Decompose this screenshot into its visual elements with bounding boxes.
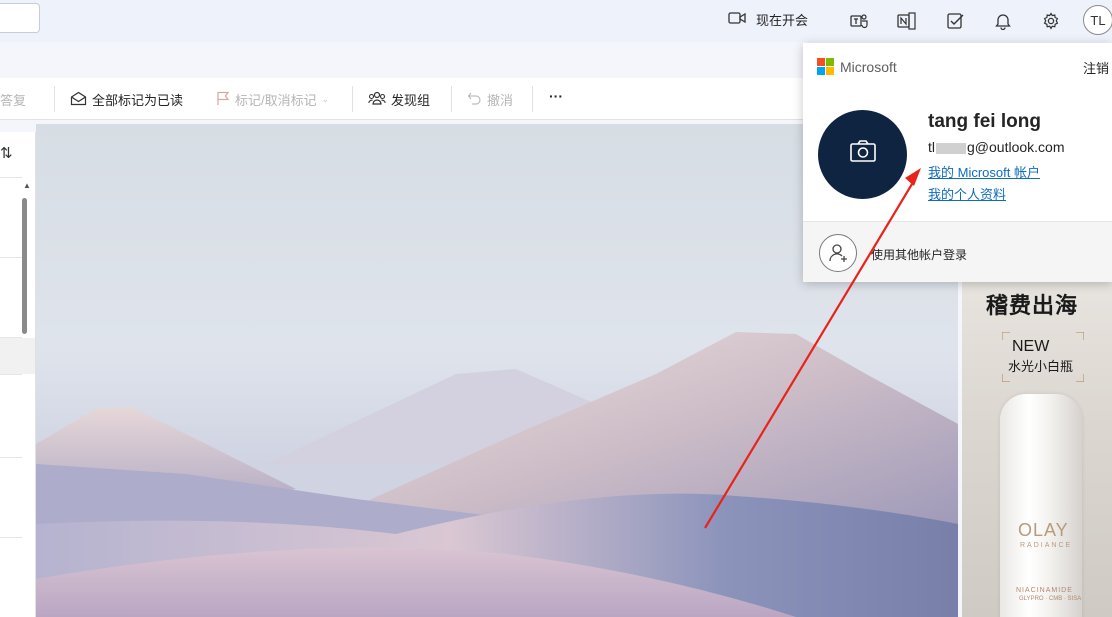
account-avatar-button[interactable]: TL — [1083, 5, 1112, 35]
list-divider — [0, 537, 22, 538]
my-profile-link[interactable]: 我的个人资料 — [928, 184, 1006, 203]
account-manager-popup: Microsoft 注销 tang fei long tl g@outlook.c… — [803, 43, 1112, 282]
avatar-initials: TL — [1090, 12, 1106, 28]
discover-groups-label: 发现组 — [391, 93, 431, 108]
user-email: tl g@outlook.com — [928, 139, 1064, 155]
gear-icon[interactable] — [1040, 10, 1062, 32]
advertisement-banner[interactable]: 稽费出海 NEW 水光小白瓶 OLAY RADIANCE NIACINAMIDE… — [962, 282, 1112, 617]
ribbon-divider — [451, 86, 452, 112]
flag-label: 标记/取消标记 — [235, 93, 317, 108]
microsoft-logo-icon — [817, 58, 834, 75]
ad-new-label: NEW — [1012, 338, 1050, 355]
to-do-icon[interactable] — [945, 10, 967, 32]
bell-icon[interactable] — [992, 10, 1014, 32]
mark-all-read-button[interactable]: 全部标记为已读 — [70, 90, 183, 109]
ad-product-name: 水光小白瓶 — [1008, 359, 1074, 374]
flag-icon — [216, 91, 230, 109]
flag-button[interactable]: 标记/取消标记 ⌄ — [216, 90, 329, 109]
search-input[interactable] — [0, 3, 40, 33]
people-group-icon — [368, 91, 386, 109]
list-divider — [0, 457, 22, 458]
scroll-up-arrow[interactable]: ▲ — [23, 181, 31, 190]
reply-button[interactable]: 答复 — [0, 90, 26, 109]
meet-now-label: 现在开会 — [756, 13, 809, 28]
microsoft-logo: Microsoft — [817, 58, 897, 75]
ribbon-divider — [54, 86, 55, 112]
user-email-prefix: tl — [928, 139, 935, 155]
scrollbar-thumb[interactable] — [22, 198, 27, 334]
reply-label: 答复 — [0, 93, 27, 108]
chevron-down-icon[interactable]: ⌄ — [322, 94, 330, 105]
more-icon: ··· — [549, 88, 563, 104]
video-camera-icon — [728, 11, 746, 28]
ad-ingredient: NIACINAMIDE — [1016, 587, 1073, 594]
ribbon-divider — [352, 86, 353, 112]
undo-label: 撤消 — [487, 93, 514, 108]
list-divider — [0, 257, 22, 258]
onenote-icon[interactable] — [896, 10, 918, 32]
user-email-suffix: g@outlook.com — [967, 139, 1065, 155]
message-list-pane: ⇅ — [0, 132, 36, 617]
sign-in-other-account-row[interactable]: 使用其他帐户登录 — [803, 221, 1112, 282]
camera-icon — [848, 139, 878, 170]
more-options-button[interactable]: ··· — [549, 88, 563, 104]
user-display-name: tang fei long — [928, 111, 1041, 132]
my-microsoft-account-link[interactable]: 我的 Microsoft 帐户 — [928, 162, 1040, 181]
add-person-icon — [819, 234, 857, 272]
undo-icon — [467, 91, 482, 109]
ad-bottle-image — [1000, 394, 1082, 617]
microsoft-brand-text: Microsoft — [840, 58, 897, 75]
profile-photo-button[interactable] — [818, 110, 907, 199]
sign-in-other-account-label: 使用其他帐户登录 — [871, 248, 968, 262]
mark-all-read-label: 全部标记为已读 — [92, 93, 184, 108]
sort-icon[interactable]: ⇅ — [0, 144, 13, 162]
sign-out-button[interactable]: 注销 — [1083, 58, 1109, 77]
email-redaction — [936, 142, 966, 154]
meet-now-button[interactable]: 现在开会 — [728, 10, 808, 29]
list-divider — [0, 374, 22, 375]
ribbon-divider — [532, 86, 533, 112]
ad-brand: OLAY — [1018, 520, 1069, 540]
list-item-selected[interactable] — [0, 338, 35, 374]
ad-ingredient-sub: GLYPRO · CMB · SISA — [1019, 596, 1082, 602]
discover-groups-button[interactable]: 发现组 — [368, 90, 430, 109]
list-divider — [0, 177, 22, 178]
ad-headline: 稽费出海 — [986, 293, 1079, 318]
top-bar: 现在开会 TL — [0, 0, 1112, 42]
envelope-open-icon — [70, 91, 87, 109]
ad-brand-sub: RADIANCE — [1020, 542, 1073, 549]
teams-icon[interactable] — [848, 10, 870, 32]
undo-button[interactable]: 撤消 — [467, 90, 513, 109]
